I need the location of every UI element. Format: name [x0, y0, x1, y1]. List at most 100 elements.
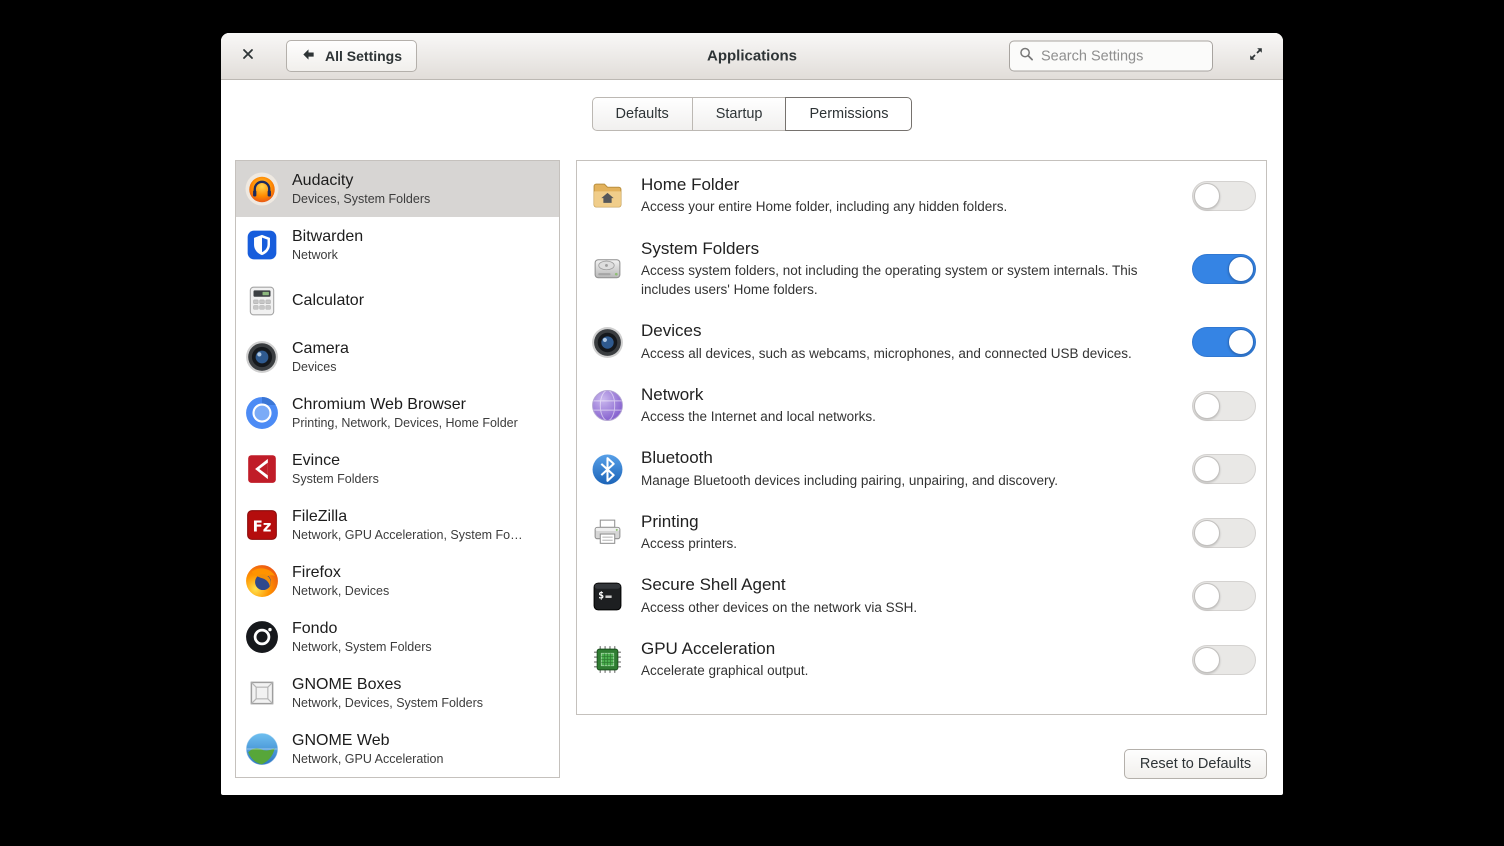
permission-description: Accelerate graphical output. — [641, 661, 1156, 680]
sidebar-item-chromium[interactable]: Chromium Web Browser Printing, Network, D… — [236, 385, 559, 441]
calculator-icon — [245, 284, 279, 318]
home-folder-toggle[interactable] — [1192, 181, 1256, 211]
app-subtitle: Printing, Network, Devices, Home Folder — [292, 416, 518, 430]
gnome-web-icon — [245, 732, 279, 766]
tab-startup-label: Startup — [716, 106, 763, 122]
permission-description: Access printers. — [641, 534, 1156, 553]
app-subtitle: Network, Devices — [292, 584, 389, 598]
sidebar-item-audacity[interactable]: AudacityDevices, System Folders — [236, 161, 559, 217]
toggle-knob — [1194, 393, 1220, 419]
reset-to-defaults-button[interactable]: Reset to Defaults — [1124, 749, 1267, 779]
svg-text:Fz: Fz — [253, 517, 272, 535]
permission-description: Access your entire Home folder, includin… — [641, 197, 1156, 216]
close-button[interactable] — [233, 41, 263, 71]
app-name: FileZilla — [292, 508, 523, 526]
permission-row-secure-shell-agent: $ Secure Shell Agent Access other devices… — [577, 564, 1266, 628]
permission-row-system-folders: System FoldersAccess system folders, not… — [577, 228, 1266, 311]
permission-title: GPU Acceleration — [641, 639, 1178, 659]
app-name: GNOME Web — [292, 732, 443, 750]
permission-row-devices: DevicesAccess all devices, such as webca… — [577, 310, 1266, 374]
app-name: Calculator — [292, 292, 364, 310]
tab-defaults[interactable]: Defaults — [592, 97, 693, 131]
fondo-icon — [245, 620, 279, 654]
gnome-boxes-icon — [245, 676, 279, 710]
sidebar-item-gnome-web[interactable]: GNOME WebNetwork, GPU Acceleration — [236, 721, 559, 777]
search-input[interactable] — [1041, 48, 1203, 64]
hard-drive-icon — [591, 252, 624, 285]
gpu-chip-icon — [591, 643, 624, 676]
permission-row-home-folder: Home Folder Access your entire Home folde… — [577, 164, 1266, 228]
audacity-icon — [245, 172, 279, 206]
search-box[interactable] — [1009, 41, 1213, 72]
permission-title: Network — [641, 385, 1178, 405]
bluetooth-toggle[interactable] — [1192, 454, 1256, 484]
permission-title: Bluetooth — [641, 448, 1178, 468]
app-name: Bitwarden — [292, 228, 363, 246]
network-toggle[interactable] — [1192, 391, 1256, 421]
evince-icon — [245, 452, 279, 486]
sidebar-item-fondo[interactable]: FondoNetwork, System Folders — [236, 609, 559, 665]
app-list: AudacityDevices, System Folders Bitwarde… — [235, 160, 560, 778]
permission-title: Devices — [641, 321, 1178, 341]
sidebar-item-camera[interactable]: CameraDevices — [236, 329, 559, 385]
secure-shell-agent-toggle[interactable] — [1192, 581, 1256, 611]
all-settings-button[interactable]: All Settings — [286, 40, 417, 72]
app-subtitle: Network, GPU Acceleration, System Fo… — [292, 528, 523, 542]
permission-title: Home Folder — [641, 175, 1178, 195]
app-name: Chromium Web Browser — [292, 396, 518, 414]
filezilla-icon: Fz — [245, 508, 279, 542]
permission-row-printing: Printing Access printers. — [577, 501, 1266, 565]
system-folders-toggle[interactable] — [1192, 254, 1256, 284]
view-switcher: Defaults Startup Permissions — [221, 97, 1283, 131]
firefox-icon — [245, 564, 279, 598]
permission-title: System Folders — [641, 239, 1178, 259]
expand-icon — [1248, 46, 1264, 67]
tab-permissions[interactable]: Permissions — [785, 97, 912, 131]
gpu-acceleration-toggle[interactable] — [1192, 645, 1256, 675]
toggle-knob — [1228, 329, 1254, 355]
app-subtitle: System Folders — [292, 472, 379, 486]
permission-description: Access other devices on the network via … — [641, 598, 1156, 617]
sidebar-item-firefox[interactable]: FirefoxNetwork, Devices — [236, 553, 559, 609]
devices-toggle[interactable] — [1192, 327, 1256, 357]
terminal-icon: $ — [591, 580, 624, 613]
network-globe-icon — [591, 389, 624, 422]
bitwarden-icon — [245, 228, 279, 262]
tab-permissions-label: Permissions — [809, 106, 888, 122]
toggle-knob — [1228, 256, 1254, 282]
sidebar-item-filezilla[interactable]: Fz FileZilla Network, GPU Acceleration, S… — [236, 497, 559, 553]
permission-description: Access the Internet and local networks. — [641, 407, 1156, 426]
camera-icon — [245, 340, 279, 374]
app-name: Audacity — [292, 172, 430, 190]
permission-description: Manage Bluetooth devices including pairi… — [641, 471, 1156, 490]
expand-button[interactable] — [1242, 42, 1270, 70]
tab-startup[interactable]: Startup — [692, 97, 787, 131]
printing-toggle[interactable] — [1192, 518, 1256, 548]
permission-title: Printing — [641, 512, 1178, 532]
permission-row-network: Network Access the Internet and local net… — [577, 374, 1266, 438]
page-title: Applications — [707, 48, 797, 65]
app-name: GNOME Boxes — [292, 676, 483, 694]
sidebar-item-calculator[interactable]: Calculator — [236, 273, 559, 329]
permission-row-bluetooth: Bluetooth Manage Bluetooth devices includ… — [577, 437, 1266, 501]
app-subtitle: Devices — [292, 360, 349, 374]
app-subtitle: Network — [292, 248, 363, 262]
sidebar-item-bitwarden[interactable]: Bitwarden Network — [236, 217, 559, 273]
sidebar-item-evince[interactable]: EvinceSystem Folders — [236, 441, 559, 497]
close-icon — [240, 46, 256, 67]
toggle-knob — [1194, 520, 1220, 546]
device-lens-icon — [591, 326, 624, 359]
sidebar-item-gnome-boxes[interactable]: GNOME BoxesNetwork, Devices, System Fold… — [236, 665, 559, 721]
reset-label: Reset to Defaults — [1140, 756, 1251, 772]
toggle-knob — [1194, 647, 1220, 673]
permission-row-gpu-acceleration: GPU Acceleration Accelerate graphical out… — [577, 628, 1266, 692]
home-folder-icon — [591, 179, 624, 212]
permission-description: Access system folders, not including the… — [641, 261, 1156, 299]
printer-icon — [591, 516, 624, 549]
permission-title: Secure Shell Agent — [641, 575, 1178, 595]
permissions-panel: Home Folder Access your entire Home folde… — [576, 160, 1267, 715]
app-subtitle: Network, System Folders — [292, 640, 432, 654]
toggle-knob — [1194, 583, 1220, 609]
chromium-icon — [245, 396, 279, 430]
header-bar: All Settings Applications — [221, 33, 1283, 80]
